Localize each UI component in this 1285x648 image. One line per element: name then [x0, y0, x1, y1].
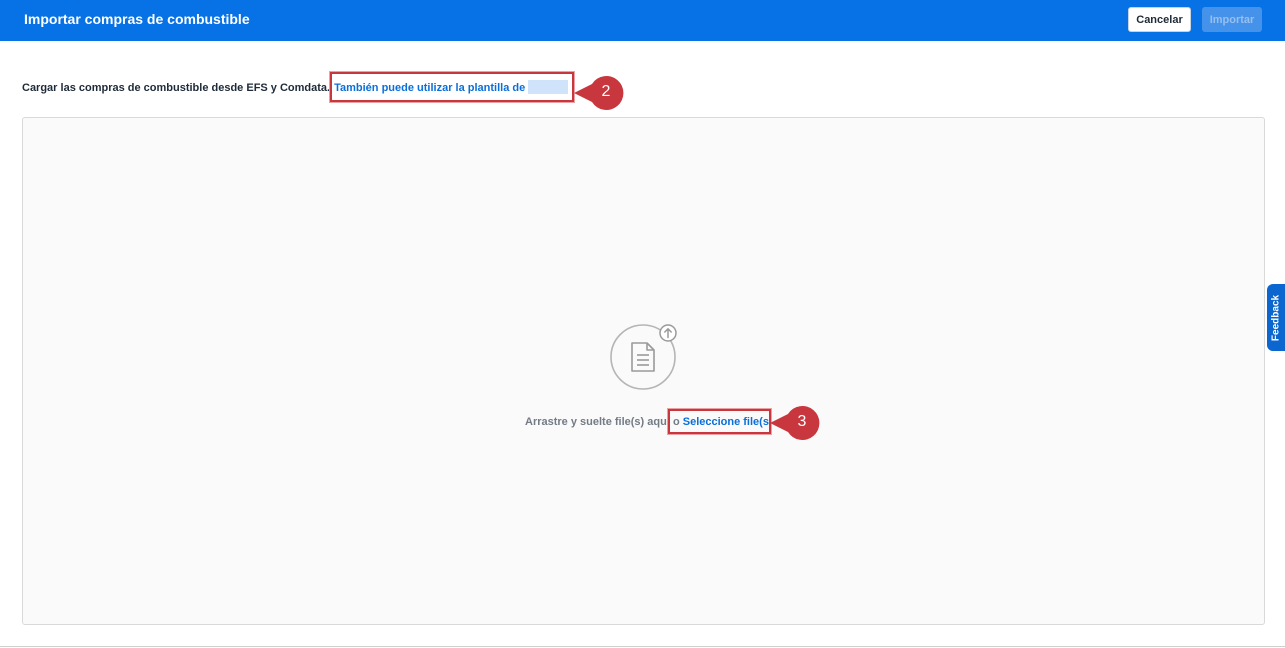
callout-box-3 — [668, 409, 771, 434]
drag-drop-text: Arrastre y suelte file(s) aquí o — [525, 416, 680, 428]
header-bar: Importar compras de combustible Cancelar… — [0, 0, 1285, 41]
callout-number-2: 2 — [601, 83, 611, 100]
import-button[interactable]: Importar — [1202, 7, 1262, 32]
page-title: Importar compras de combustible — [24, 11, 250, 27]
feedback-tab[interactable]: Feedback — [1267, 284, 1285, 351]
cancel-button[interactable]: Cancelar — [1128, 7, 1191, 32]
bottom-divider — [0, 646, 1285, 647]
file-upload-icon — [610, 324, 677, 390]
feedback-label: Feedback — [1270, 294, 1282, 341]
intro-text: Cargar las compras de combustible desde … — [22, 82, 331, 94]
callout-number-3: 3 — [797, 413, 807, 430]
callout-box-2 — [330, 72, 574, 102]
